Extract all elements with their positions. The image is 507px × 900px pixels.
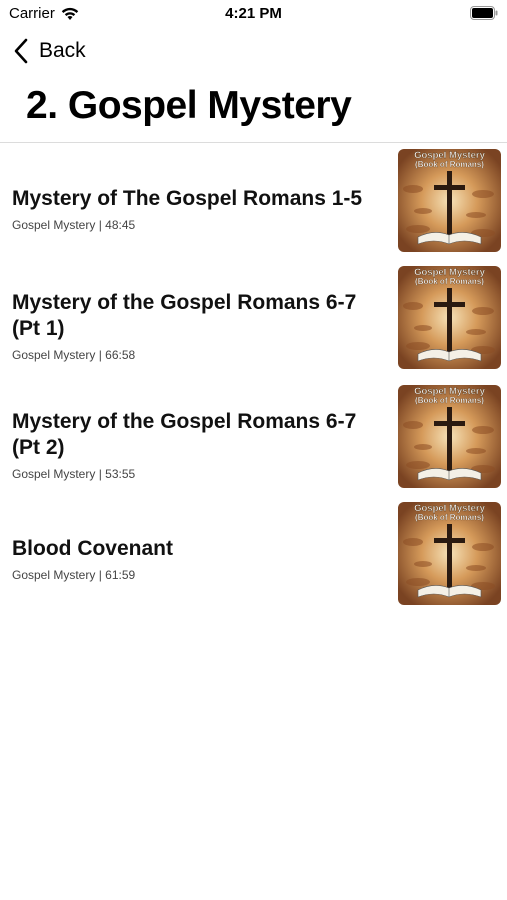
artwork-subtitle: (Book of Romans) bbox=[415, 160, 484, 169]
battery-icon bbox=[470, 6, 498, 20]
episode-title: Mystery of the Gospel Romans 6-7 (Pt 1) bbox=[12, 291, 357, 340]
back-button[interactable]: Back bbox=[13, 38, 86, 64]
episode-artwork: Gospel Mystery (Book of Romans) bbox=[398, 385, 501, 488]
episode-artwork: Gospel Mystery (Book of Romans) bbox=[398, 502, 501, 605]
episode-meta: Gospel Mystery | 48:45 bbox=[12, 218, 136, 232]
episode-artwork: Gospel Mystery (Book of Romans) bbox=[398, 266, 501, 369]
episode-text: Blood Covenant Gospel Mystery | 61:59 bbox=[12, 536, 387, 582]
screen: Carrier 4:21 PM Back 2. Gospel Mystery M… bbox=[0, 0, 507, 900]
episode-title: Blood Covenant bbox=[12, 537, 173, 560]
chevron-left-icon bbox=[13, 38, 29, 64]
episode-row[interactable]: Mystery of The Gospel Romans 1-5 Gospel … bbox=[0, 146, 507, 262]
status-bar: Carrier 4:21 PM bbox=[0, 0, 507, 28]
episode-meta: Gospel Mystery | 66:58 bbox=[12, 348, 136, 362]
episode-meta: Gospel Mystery | 53:55 bbox=[12, 467, 136, 481]
episode-text: Mystery of the Gospel Romans 6-7 (Pt 1) … bbox=[12, 290, 387, 362]
episode-row[interactable]: Mystery of the Gospel Romans 6-7 (Pt 2) … bbox=[0, 382, 507, 498]
episode-artwork: Gospel Mystery (Book of Romans) bbox=[398, 149, 501, 252]
artwork-subtitle: (Book of Romans) bbox=[415, 513, 484, 522]
episode-text: Mystery of the Gospel Romans 6-7 (Pt 2) … bbox=[12, 409, 387, 481]
header-divider bbox=[0, 142, 507, 143]
episode-title: Mystery of The Gospel Romans 1-5 bbox=[12, 187, 363, 210]
episode-row[interactable]: Blood Covenant Gospel Mystery | 61:59 Go… bbox=[0, 498, 507, 608]
episode-list: Mystery of The Gospel Romans 1-5 Gospel … bbox=[0, 146, 507, 608]
artwork-subtitle: (Book of Romans) bbox=[415, 396, 484, 405]
episode-row[interactable]: Mystery of the Gospel Romans 6-7 (Pt 1) … bbox=[0, 262, 507, 382]
episode-title: Mystery of the Gospel Romans 6-7 (Pt 2) bbox=[12, 410, 357, 459]
status-time: 4:21 PM bbox=[225, 5, 282, 22]
back-label: Back bbox=[39, 39, 86, 62]
episode-meta: Gospel Mystery | 61:59 bbox=[12, 568, 136, 582]
artwork-subtitle: (Book of Romans) bbox=[415, 277, 484, 286]
episode-text: Mystery of The Gospel Romans 1-5 Gospel … bbox=[12, 186, 387, 232]
page-title: 2. Gospel Mystery bbox=[26, 84, 352, 127]
